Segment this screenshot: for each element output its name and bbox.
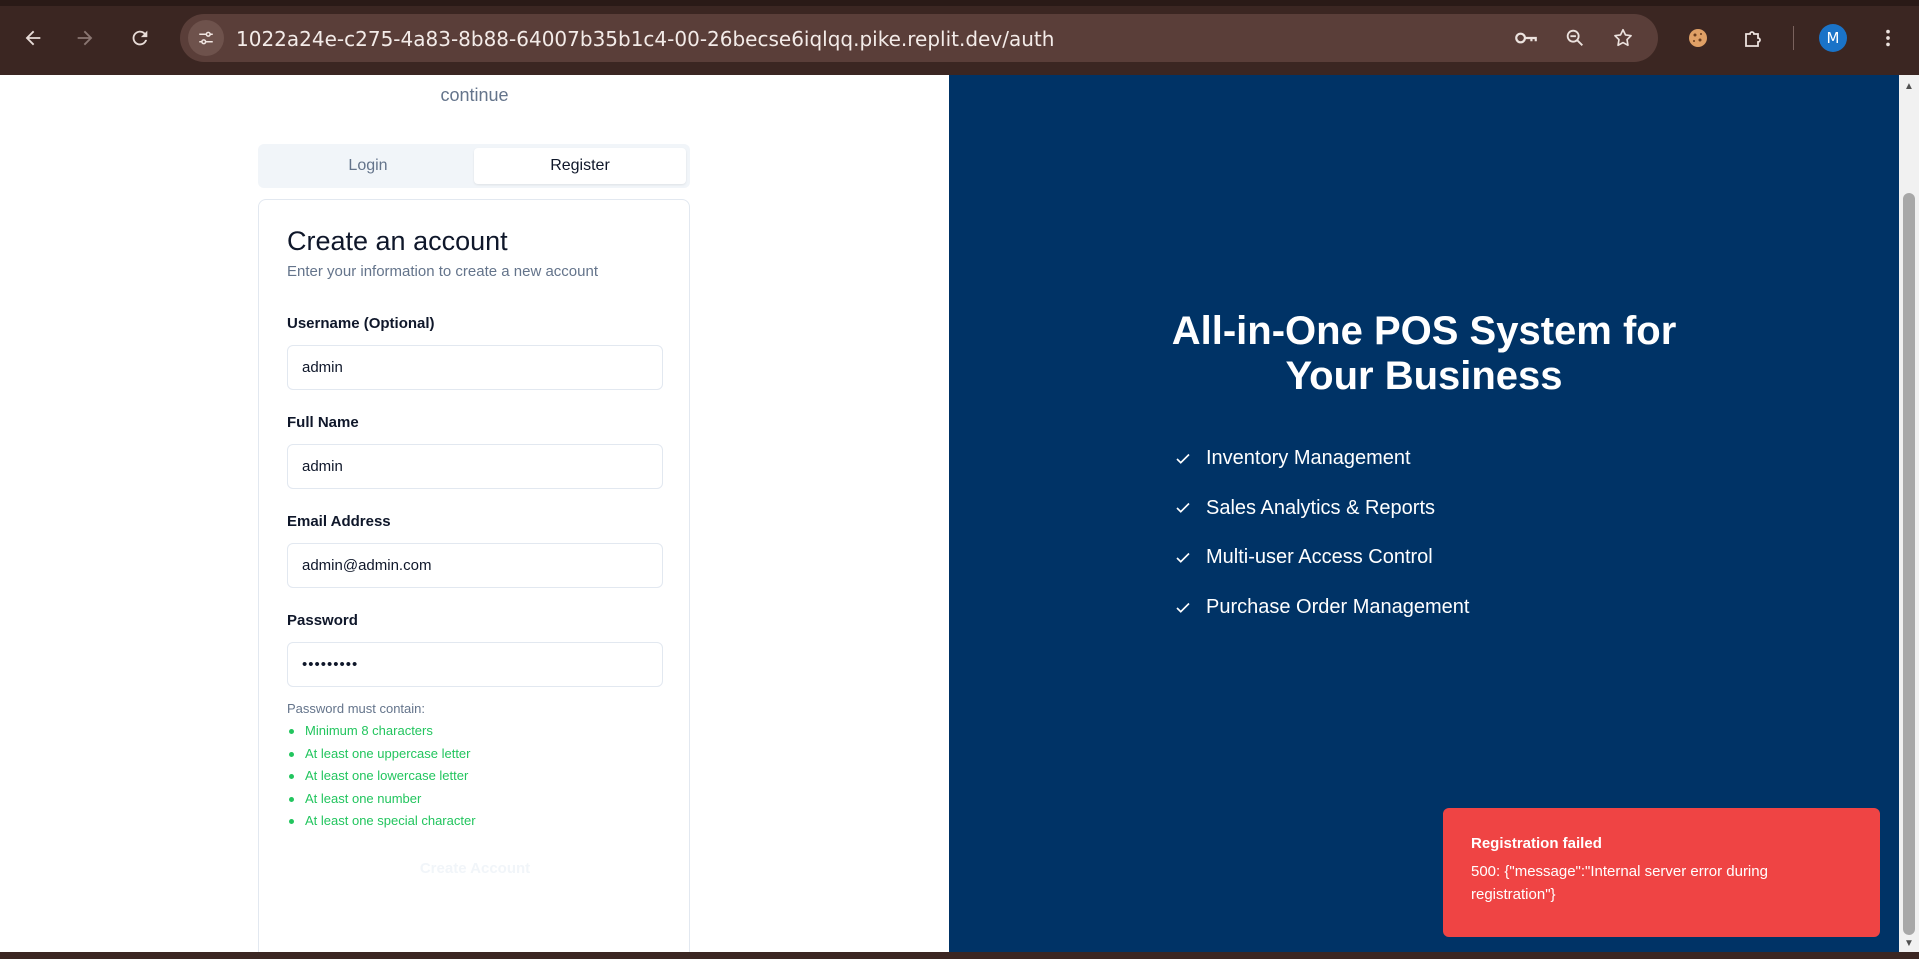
password-rules-title: Password must contain: <box>287 701 426 716</box>
hero-title: All-in-One POS System for Your Business <box>949 309 1899 399</box>
menu-kebab-icon[interactable] <box>1870 20 1906 56</box>
toast-message: 500: {"message":"Internal server error d… <box>1471 863 1768 903</box>
feature-label: Inventory Management <box>1206 447 1411 470</box>
address-bar[interactable]: 1022a24e-c275-4a83-8b88-64007b35b1c4-00-… <box>180 14 1658 62</box>
feature-item: Inventory Management <box>1174 434 1469 484</box>
check-icon <box>1174 499 1192 517</box>
hero-title-line1: All-in-One POS System for <box>1171 309 1677 353</box>
card-title: Create an account <box>287 226 508 256</box>
profile-avatar[interactable]: M <box>1819 24 1847 52</box>
back-button[interactable] <box>15 20 51 56</box>
register-card: Create an account Enter your information… <box>258 199 690 959</box>
password-rule: At least one number <box>287 788 476 811</box>
tune-icon <box>199 31 213 45</box>
full-name-label: Full Name <box>287 414 359 431</box>
password-rule: At least one lowercase letter <box>287 765 476 788</box>
username-label: Username (Optional) <box>287 315 435 332</box>
extensions-puzzle-icon[interactable] <box>1735 20 1771 56</box>
arrow-right-icon <box>77 30 93 46</box>
full-name-input[interactable]: admin <box>287 444 663 489</box>
arrow-left-icon <box>25 30 41 46</box>
feature-label: Sales Analytics & Reports <box>1206 496 1435 519</box>
password-label: Password <box>287 612 358 629</box>
password-input[interactable]: ••••••••• <box>287 642 663 687</box>
username-input[interactable]: admin <box>287 345 663 390</box>
auth-subtitle: continue <box>440 85 509 105</box>
auth-pane: continue Login Register Create an accoun… <box>0 75 949 959</box>
feature-item: Sales Analytics & Reports <box>1174 484 1469 534</box>
scroll-up-arrow-icon[interactable]: ▲ <box>1903 80 1915 92</box>
tab-register[interactable]: Register <box>474 148 686 184</box>
toast-title: Registration failed <box>1471 835 1602 852</box>
url-text[interactable]: 1022a24e-c275-4a83-8b88-64007b35b1c4-00-… <box>236 27 1054 51</box>
zoom-icon[interactable] <box>1561 24 1589 52</box>
password-key-icon[interactable] <box>1512 24 1540 52</box>
feature-item: Multi-user Access Control <box>1174 533 1469 583</box>
feature-label: Purchase Order Management <box>1206 596 1470 619</box>
password-rules-list: Minimum 8 characters At least one upperc… <box>287 720 476 833</box>
password-rule: At least one uppercase letter <box>287 743 476 766</box>
forward-button[interactable] <box>67 20 103 56</box>
password-rule: Minimum 8 characters <box>287 720 476 743</box>
tab-strip <box>0 0 1919 6</box>
reload-button[interactable] <box>122 20 158 56</box>
toolbar-divider <box>1793 26 1794 50</box>
site-info-button[interactable] <box>188 20 224 56</box>
scrollbar-thumb[interactable] <box>1903 193 1915 935</box>
feature-list: Inventory Management Sales Analytics & R… <box>1174 434 1469 632</box>
check-icon <box>1174 599 1192 617</box>
tab-login[interactable]: Login <box>262 148 474 184</box>
create-account-button[interactable]: Create Account <box>287 850 663 886</box>
check-icon <box>1174 549 1192 567</box>
feature-item: Purchase Order Management <box>1174 583 1469 633</box>
hero-title-line2: Your Business <box>1285 354 1563 398</box>
window-bottom-edge <box>0 952 1919 959</box>
card-description: Enter your information to create a new a… <box>287 263 599 280</box>
error-toast[interactable]: Registration failed 500: {"message":"Int… <box>1443 808 1880 937</box>
auth-tabs: Login Register <box>258 144 690 188</box>
feature-label: Multi-user Access Control <box>1206 546 1433 569</box>
email-label: Email Address <box>287 513 391 530</box>
reload-icon <box>132 30 148 46</box>
email-input[interactable]: admin@admin.com <box>287 543 663 588</box>
check-icon <box>1174 450 1192 468</box>
cookie-extension-icon[interactable] <box>1680 20 1716 56</box>
password-rule: At least one special character <box>287 810 476 833</box>
bookmark-star-icon[interactable] <box>1609 24 1637 52</box>
browser-toolbar: 1022a24e-c275-4a83-8b88-64007b35b1c4-00-… <box>0 0 1919 75</box>
scroll-down-arrow-icon[interactable]: ▼ <box>1903 937 1915 949</box>
